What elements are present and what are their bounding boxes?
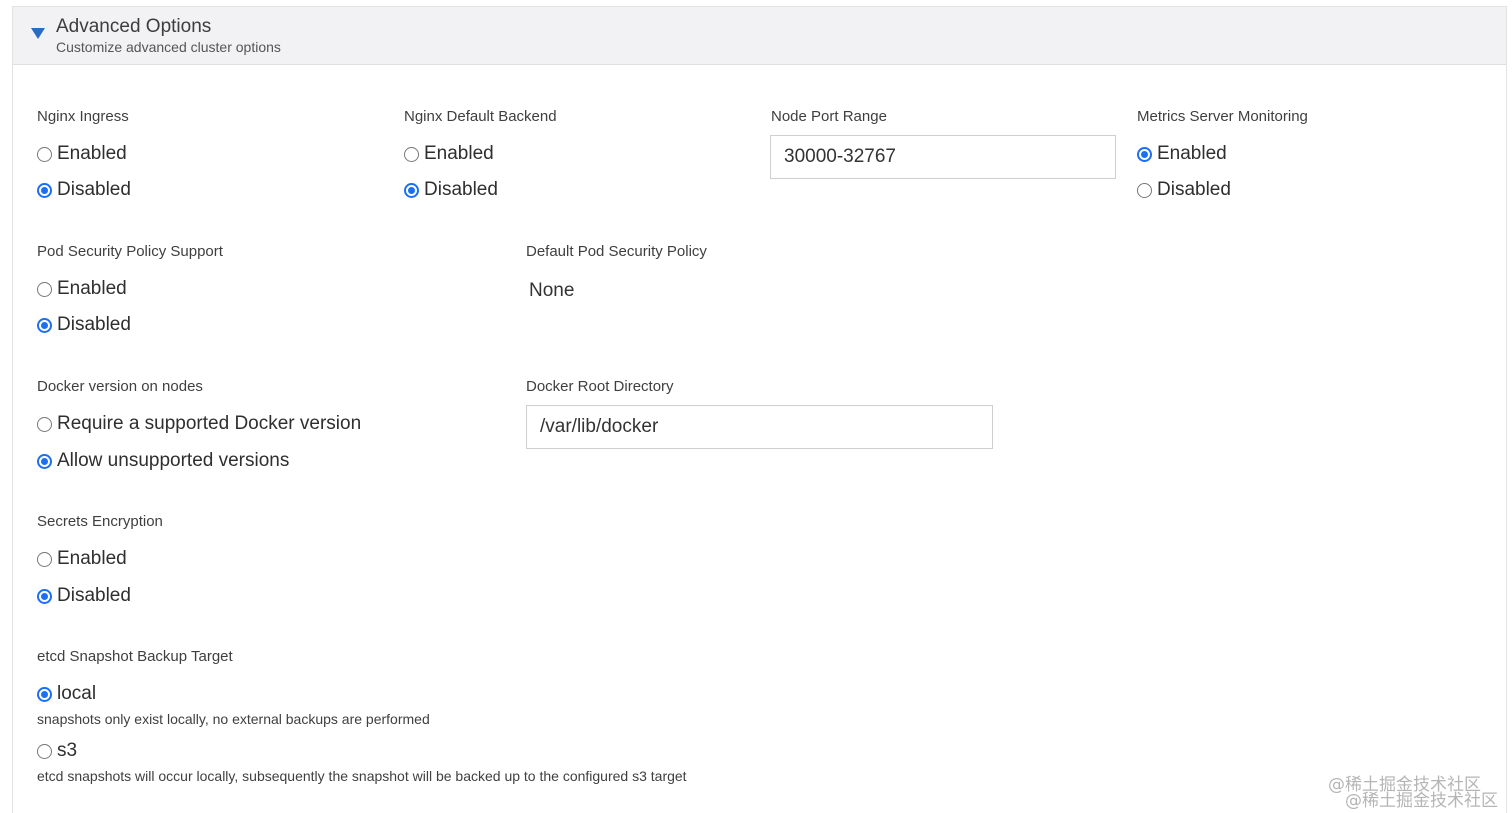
psp-enabled-option[interactable]: Enabled: [37, 278, 127, 300]
option-label: s3: [57, 740, 78, 761]
option-label: Enabled: [57, 278, 127, 299]
etcd-local-radio[interactable]: [37, 686, 52, 702]
etcd-local-option[interactable]: local: [37, 683, 96, 705]
nginx-ingress-enabled-radio[interactable]: [37, 146, 52, 162]
default-psp-label: Default Pod Security Policy: [526, 243, 707, 260]
metrics-disabled-radio[interactable]: [1137, 182, 1152, 198]
section-title: Advanced Options: [56, 16, 212, 37]
section-subtitle: Customize advanced cluster options: [56, 39, 281, 55]
etcd-local-help: snapshots only exist locally, no externa…: [37, 711, 430, 727]
node-port-range-input[interactable]: [770, 135, 1116, 179]
watermark-text-shadow: @稀土掘金技术社区: [1345, 791, 1498, 811]
option-label: Disabled: [57, 314, 131, 335]
docker-allow-unsupported-radio[interactable]: [37, 453, 52, 469]
option-label: Enabled: [57, 143, 127, 164]
metrics-enabled-option[interactable]: Enabled: [1137, 143, 1227, 165]
etcd-s3-radio[interactable]: [37, 743, 52, 759]
docker-require-supported-option[interactable]: Require a supported Docker version: [37, 413, 361, 435]
nginx-ingress-enabled-option[interactable]: Enabled: [37, 143, 127, 165]
node-port-range-label: Node Port Range: [771, 108, 887, 125]
docker-root-input[interactable]: [526, 405, 993, 449]
option-label: Enabled: [1157, 143, 1227, 164]
caret-down-icon[interactable]: [31, 28, 45, 39]
docker-root-label: Docker Root Directory: [526, 378, 674, 395]
secrets-disabled-radio[interactable]: [37, 588, 52, 604]
option-label: Disabled: [57, 179, 131, 200]
secrets-encryption-label: Secrets Encryption: [37, 513, 163, 530]
option-label: Enabled: [424, 143, 494, 164]
nginx-ingress-disabled-radio[interactable]: [37, 182, 52, 198]
metrics-disabled-option[interactable]: Disabled: [1137, 179, 1231, 201]
advanced-options-header[interactable]: Advanced Options Customize advanced clus…: [13, 7, 1506, 65]
docker-version-label: Docker version on nodes: [37, 378, 203, 395]
docker-require-supported-radio[interactable]: [37, 416, 52, 432]
nginx-backend-enabled-radio[interactable]: [404, 146, 419, 162]
nginx-backend-disabled-radio[interactable]: [404, 182, 419, 198]
option-label: Disabled: [424, 179, 498, 200]
etcd-s3-help: etcd snapshots will occur locally, subse…: [37, 768, 687, 784]
nginx-default-backend-label: Nginx Default Backend: [404, 108, 557, 125]
secrets-enabled-option[interactable]: Enabled: [37, 548, 127, 570]
etcd-s3-option[interactable]: s3: [37, 740, 77, 762]
option-label: Enabled: [57, 548, 127, 569]
psp-disabled-radio[interactable]: [37, 317, 52, 333]
nginx-backend-disabled-option[interactable]: Disabled: [404, 179, 498, 201]
nginx-ingress-label: Nginx Ingress: [37, 108, 129, 125]
nginx-ingress-disabled-option[interactable]: Disabled: [37, 179, 131, 201]
option-label: Disabled: [57, 585, 131, 606]
psp-disabled-option[interactable]: Disabled: [37, 314, 131, 336]
default-psp-value: None: [529, 280, 575, 301]
docker-allow-unsupported-option[interactable]: Allow unsupported versions: [37, 450, 289, 472]
option-label: Allow unsupported versions: [57, 450, 290, 471]
etcd-backup-label: etcd Snapshot Backup Target: [37, 648, 233, 665]
option-label: local: [57, 683, 97, 704]
psp-enabled-radio[interactable]: [37, 281, 52, 297]
metrics-server-label: Metrics Server Monitoring: [1137, 108, 1308, 125]
secrets-disabled-option[interactable]: Disabled: [37, 585, 131, 607]
psp-support-label: Pod Security Policy Support: [37, 243, 223, 260]
option-label: Require a supported Docker version: [57, 413, 362, 434]
nginx-backend-enabled-option[interactable]: Enabled: [404, 143, 494, 165]
metrics-enabled-radio[interactable]: [1137, 146, 1152, 162]
option-label: Disabled: [1157, 179, 1231, 200]
secrets-enabled-radio[interactable]: [37, 551, 52, 567]
